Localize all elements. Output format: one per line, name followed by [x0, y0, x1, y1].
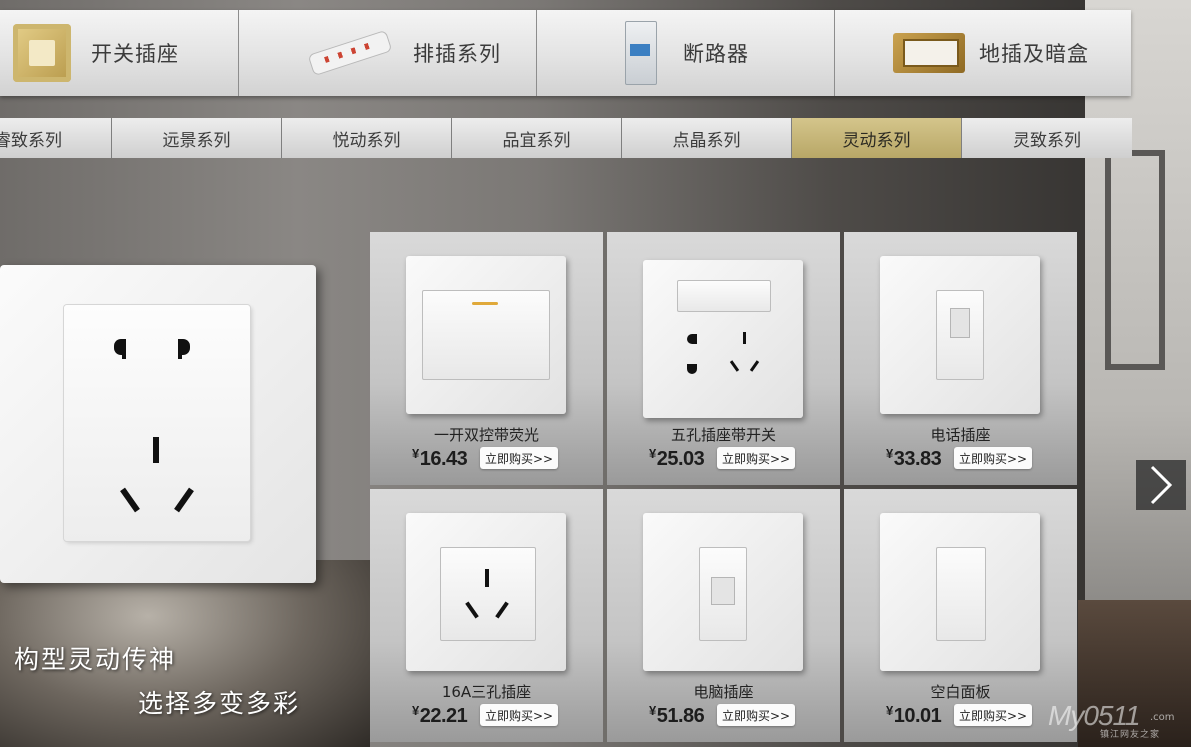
product-name: 电话插座: [930, 426, 991, 444]
product-price: ¥16.43: [412, 446, 468, 471]
price-value: 33.83: [893, 448, 942, 470]
switch-panel-icon: [406, 256, 566, 414]
tab-ruizhi[interactable]: 睿致系列: [0, 118, 112, 158]
product-name: 电脑插座: [693, 683, 754, 701]
outlet-pin-icon: [687, 364, 697, 374]
outlet-pin-icon: [120, 487, 140, 513]
tab-yuedong[interactable]: 悦动系列: [282, 118, 452, 158]
tab-label: 灵动系列: [842, 130, 911, 151]
tab-lingdong[interactable]: 灵动系列: [792, 118, 962, 158]
hero-outlet-image: [0, 265, 316, 583]
category-label: 地插及暗盒: [979, 42, 1089, 66]
product-name: 一开双控带荧光: [433, 426, 539, 444]
outlet-pin-icon: [749, 360, 760, 372]
three-pin-outlet-icon: [406, 513, 566, 671]
blank-insert: [936, 547, 986, 641]
network-jack-icon: [643, 513, 803, 671]
tab-dianjing[interactable]: 点晶系列: [622, 118, 792, 158]
buy-now-button[interactable]: 立即购买>>: [480, 704, 558, 726]
tab-lingzhi[interactable]: 灵致系列: [962, 118, 1132, 158]
watermark-domain: .com: [1150, 712, 1175, 723]
outlet-pin-icon: [174, 487, 194, 513]
category-bar: 开关插座 排插系列 断路器 地插及暗盒: [0, 10, 1131, 96]
product-name: 五孔插座带开关: [670, 426, 776, 444]
product-card[interactable]: 一开双控带荧光 ¥16.43 立即购买>>: [370, 232, 603, 485]
outlet-pin-icon: [485, 569, 489, 587]
indicator-light: [472, 302, 498, 305]
phone-jack-icon: [880, 256, 1040, 414]
currency-symbol: ¥: [649, 446, 656, 461]
price-value: 22.21: [419, 705, 468, 727]
buy-now-button[interactable]: 立即购买>>: [954, 704, 1032, 726]
rocker-switch: [677, 280, 771, 312]
product-card[interactable]: 空白面板 ¥10.01 立即购买>>: [844, 489, 1077, 742]
tab-pinyi[interactable]: 品宜系列: [452, 118, 622, 158]
price-value: 10.01: [893, 705, 942, 727]
tab-label: 远景系列: [162, 130, 231, 151]
product-card[interactable]: 五孔插座带开关 ¥25.03 立即购买>>: [607, 232, 840, 485]
circuit-breaker-icon: [625, 21, 657, 85]
power-strip-icon: [307, 29, 393, 77]
product-price: ¥10.01: [886, 703, 942, 728]
chevron-right-icon: [1150, 465, 1173, 505]
buy-now-button[interactable]: 立即购买>>: [717, 447, 795, 469]
currency-symbol: ¥: [649, 703, 656, 718]
tab-label: 睿致系列: [0, 130, 62, 151]
category-circuit-breaker[interactable]: 断路器: [536, 10, 834, 96]
product-price: ¥33.83: [886, 446, 942, 471]
outlet-face: [440, 547, 536, 641]
currency-symbol: ¥: [886, 703, 893, 718]
outlet-pin-icon: [743, 332, 746, 344]
tab-label: 悦动系列: [332, 130, 401, 151]
product-name: 16A三孔插座: [441, 683, 532, 701]
product-card[interactable]: 电话插座 ¥33.83 立即购买>>: [844, 232, 1077, 485]
hero-slogan-line2: 选择多变多彩: [138, 689, 301, 718]
product-card[interactable]: 电脑插座 ¥51.86 立即购买>>: [607, 489, 840, 742]
watermark-tagline: 镇江网友之家: [1100, 730, 1161, 740]
tab-yuanjing[interactable]: 远景系列: [112, 118, 282, 158]
outlet-pin-icon: [178, 339, 182, 359]
blank-panel-icon: [880, 513, 1040, 671]
wall-outlet-icon: [13, 24, 71, 82]
product-card[interactable]: 16A三孔插座 ¥22.21 立即购买>>: [370, 489, 603, 742]
currency-symbol: ¥: [412, 703, 419, 718]
jack-port-icon: [950, 308, 970, 338]
buy-now-button[interactable]: 立即购买>>: [480, 447, 558, 469]
buy-now-button[interactable]: 立即购买>>: [717, 704, 795, 726]
series-tabs: 睿致系列 远景系列 悦动系列 品宜系列 点晶系列 灵动系列 灵致系列: [0, 118, 1132, 158]
tab-label: 灵致系列: [1013, 130, 1081, 151]
site-watermark: My0511 .com 镇江网友之家: [1048, 700, 1175, 740]
category-floor-socket[interactable]: 地插及暗盒: [834, 10, 1133, 96]
price-value: 16.43: [419, 448, 468, 470]
hero-outlet-face: [64, 305, 250, 541]
product-price: ¥25.03: [649, 446, 705, 471]
tab-label: 品宜系列: [502, 130, 571, 151]
outlet-pin-icon: [122, 339, 126, 359]
category-label: 断路器: [683, 42, 749, 66]
currency-symbol: ¥: [412, 446, 419, 461]
floor-socket-icon: [893, 33, 965, 73]
category-switch-socket[interactable]: 开关插座: [0, 10, 238, 96]
buy-now-button[interactable]: 立即购买>>: [954, 447, 1032, 469]
category-label: 排插系列: [413, 42, 501, 66]
currency-symbol: ¥: [886, 446, 893, 461]
product-price: ¥22.21: [412, 703, 468, 728]
category-power-strip[interactable]: 排插系列: [238, 10, 536, 96]
price-value: 51.86: [656, 705, 705, 727]
price-value: 25.03: [656, 448, 705, 470]
switched-outlet-icon: [643, 260, 803, 418]
jack-port-icon: [711, 577, 735, 605]
next-page-button[interactable]: [1136, 460, 1186, 510]
category-label: 开关插座: [91, 42, 179, 66]
tab-label: 点晶系列: [672, 130, 741, 151]
product-grid: 一开双控带荧光 ¥16.43 立即购买>> 五孔插座带开关 ¥25.03 立即购…: [370, 232, 1077, 742]
product-name: 空白面板: [930, 683, 991, 701]
outlet-pin-icon: [729, 360, 740, 372]
outlet-pin-icon: [687, 334, 697, 344]
outlet-pin-icon: [153, 437, 159, 463]
hero-slogan-line1: 构型灵动传神: [14, 645, 177, 674]
product-price: ¥51.86: [649, 703, 705, 728]
